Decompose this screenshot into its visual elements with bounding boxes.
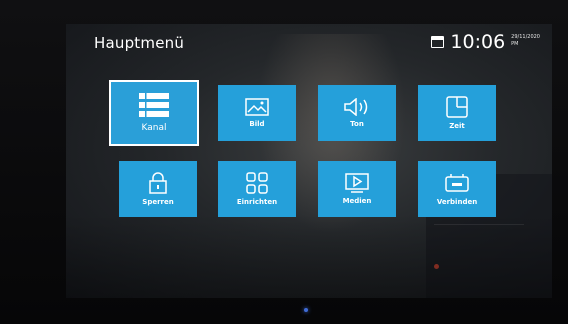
- menu-tile-label: Einrichten: [236, 198, 278, 206]
- menu-tile-verbinden[interactable]: Verbinden: [418, 161, 496, 217]
- background-osd-panel: [434, 224, 524, 239]
- menu-tile-zeit[interactable]: Zeit: [418, 85, 496, 141]
- menu-tile-bild[interactable]: Bild: [218, 85, 296, 141]
- menu-tile-medien[interactable]: Medien: [318, 161, 396, 217]
- menu-tile-kanal[interactable]: Kanal: [109, 80, 199, 146]
- list-icon: [139, 93, 169, 117]
- menu-tile-label: Ton: [350, 120, 364, 128]
- picture-icon: [245, 98, 269, 116]
- menu-tile-ton[interactable]: Ton: [318, 85, 396, 141]
- clock: 10:06 29/11/2020 PM: [431, 30, 540, 54]
- clock-date-ampm: PM: [511, 41, 519, 47]
- speaker-icon: [344, 98, 368, 116]
- menu-tile-label: Sperren: [142, 198, 174, 206]
- power-led: [304, 308, 308, 312]
- lock-icon: [149, 172, 167, 194]
- menu-title: Hauptmenü: [94, 34, 185, 52]
- menu-tile-label: Verbinden: [436, 198, 478, 206]
- calendar-icon: [431, 36, 445, 48]
- clock-time: 10:06: [450, 31, 506, 53]
- clock-grid-icon: [446, 96, 468, 118]
- clock-date-day: 29/11/2020: [511, 34, 540, 40]
- menu-tile-label: Kanal: [141, 123, 167, 133]
- menu-tile-label: Medien: [342, 197, 372, 205]
- background-indicator-dot: [434, 264, 439, 269]
- clock-date: 29/11/2020 PM: [511, 34, 540, 48]
- menu-tile-label: Zeit: [449, 122, 465, 130]
- menu-tile-label: Bild: [249, 120, 265, 128]
- menu-tile-sperren[interactable]: Sperren: [119, 161, 197, 217]
- connect-icon: [445, 174, 469, 192]
- tv-screen: Hauptmenü 10:06 29/11/2020 PM Kanal Bild: [66, 24, 552, 298]
- menu-tile-einrichten[interactable]: Einrichten: [218, 161, 296, 217]
- media-play-icon: [345, 173, 369, 193]
- grid-icon: [246, 172, 268, 194]
